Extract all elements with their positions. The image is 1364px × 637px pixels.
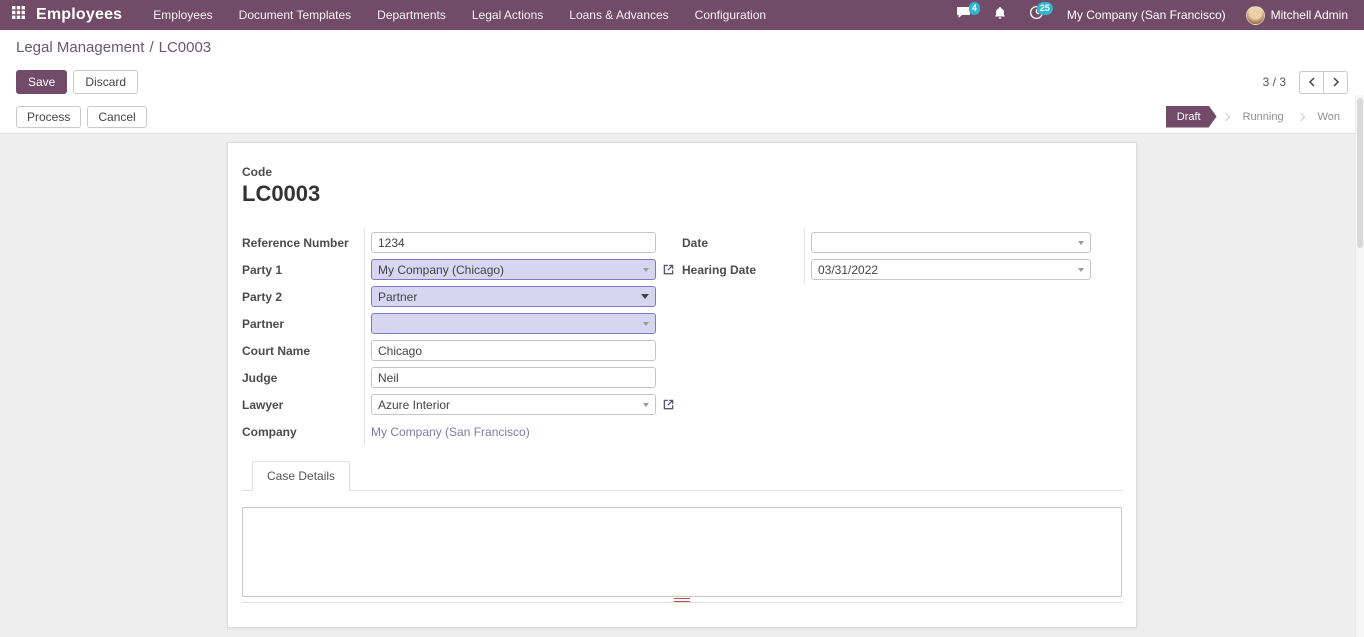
cancel-button[interactable]: Cancel <box>87 106 146 128</box>
company-switcher[interactable]: My Company (San Francisco) <box>1055 0 1238 30</box>
field-group: Reference Number Party 1 My Company (Chi… <box>242 229 1122 445</box>
vertical-scrollbar[interactable] <box>1355 95 1364 637</box>
form-sheet: Code LC0003 Reference Number Party 1 My … <box>227 142 1137 628</box>
hearing-date-label: Hearing Date <box>682 263 756 277</box>
lawyer-field[interactable]: Azure Interior <box>371 394 656 415</box>
breadcrumb-current: LC0003 <box>159 39 212 56</box>
party1-external-link-icon[interactable] <box>663 264 674 275</box>
page: Employees Employees Document Templates D… <box>0 0 1364 637</box>
nav-item-loans-advances[interactable]: Loans & Advances <box>556 0 681 30</box>
nav-item-configuration[interactable]: Configuration <box>682 0 779 30</box>
partner-label: Partner <box>242 317 284 331</box>
judge-input[interactable] <box>371 367 656 388</box>
date-label: Date <box>682 236 708 250</box>
caret-down-icon <box>643 403 649 407</box>
lawyer-value: Azure Interior <box>378 398 639 412</box>
breadcrumb-legal-management[interactable]: Legal Management <box>16 39 144 56</box>
party1-label: Party 1 <box>242 263 282 277</box>
pager-count: 3 / 3 <box>1263 75 1286 89</box>
resize-grip-icon[interactable] <box>674 598 690 602</box>
chevron-right-icon <box>1332 75 1340 90</box>
hearing-date-value: 03/31/2022 <box>818 263 1074 277</box>
user-menu[interactable]: Mitchell Admin <box>1238 6 1356 25</box>
discard-button[interactable]: Discard <box>73 70 138 94</box>
caret-down-icon <box>643 322 649 326</box>
party2-label: Party 2 <box>242 290 282 304</box>
chevron-left-icon <box>1308 75 1316 90</box>
activities-badge: 25 <box>1037 2 1053 15</box>
party1-field[interactable]: My Company (Chicago) <box>371 259 656 280</box>
content-area: Code LC0003 Reference Number Party 1 My … <box>0 134 1364 637</box>
scrollbar-thumb[interactable] <box>1357 98 1363 248</box>
caret-down-icon <box>1078 241 1084 245</box>
state-won[interactable]: Won <box>1310 106 1348 128</box>
case-details-editor[interactable] <box>242 507 1122 597</box>
breadcrumb-separator: / <box>149 39 153 56</box>
save-button[interactable]: Save <box>16 70 67 94</box>
party2-select[interactable]: Partner <box>371 286 656 307</box>
state-running[interactable]: Running <box>1235 106 1292 128</box>
judge-label: Judge <box>242 371 277 385</box>
partner-field[interactable] <box>371 313 656 334</box>
chevron-separator-icon <box>1296 112 1304 120</box>
reference-number-label: Reference Number <box>242 236 349 250</box>
process-button[interactable]: Process <box>16 106 81 128</box>
nav-item-employees[interactable]: Employees <box>140 0 225 30</box>
code-label: Code <box>242 165 1122 179</box>
hearing-date-field[interactable]: 03/31/2022 <box>811 259 1091 280</box>
court-name-label: Court Name <box>242 344 310 358</box>
tab-case-details[interactable]: Case Details <box>252 461 350 491</box>
app-title[interactable]: Employees <box>34 6 140 24</box>
nav-item-departments[interactable]: Departments <box>364 0 459 30</box>
apps-menu-button[interactable] <box>8 0 34 30</box>
field-group-left: Reference Number Party 1 My Company (Chi… <box>242 229 682 445</box>
activities-button[interactable]: 25 <box>1018 0 1055 30</box>
court-name-input[interactable] <box>371 340 656 361</box>
messages-badge: 4 <box>969 2 980 15</box>
user-avatar <box>1246 6 1265 25</box>
company-label: Company <box>242 425 297 439</box>
select-caret-icon <box>641 294 649 299</box>
messages-button[interactable]: 4 <box>945 0 982 30</box>
apps-grid-icon <box>12 6 25 24</box>
tab-strip: Case Details <box>242 461 1122 491</box>
chevron-separator-icon <box>1221 112 1229 120</box>
editor-resize-bar <box>242 597 1122 603</box>
nav-item-legal-actions[interactable]: Legal Actions <box>459 0 556 30</box>
pager: 3 / 3 <box>1263 71 1348 94</box>
top-navbar: Employees Employees Document Templates D… <box>0 0 1364 30</box>
user-name: Mitchell Admin <box>1271 8 1348 22</box>
notifications-button[interactable] <box>982 0 1018 30</box>
breadcrumb: Legal Management / LC0003 <box>16 39 1348 56</box>
tab-content <box>242 491 1122 603</box>
caret-down-icon <box>643 268 649 272</box>
state-draft[interactable]: Draft <box>1166 106 1217 128</box>
pager-previous-button[interactable] <box>1299 71 1324 94</box>
code-value: LC0003 <box>242 181 1122 207</box>
date-field[interactable] <box>811 232 1091 253</box>
nav-item-document-templates[interactable]: Document Templates <box>226 0 365 30</box>
status-pipeline: Draft Running Won <box>1166 106 1348 128</box>
field-group-right: Date Hearing Date 03/31/2022 <box>682 229 1122 445</box>
control-panel: Save Discard 3 / 3 <box>0 64 1364 100</box>
company-link[interactable]: My Company (San Francisco) <box>371 425 530 439</box>
notebook: Case Details <box>242 461 1122 603</box>
caret-down-icon <box>1078 268 1084 272</box>
lawyer-external-link-icon[interactable] <box>663 399 674 410</box>
pager-next-button[interactable] <box>1323 71 1348 94</box>
form-statusbar-row: Process Cancel Draft Running Won <box>0 100 1364 134</box>
breadcrumb-bar: Legal Management / LC0003 <box>0 30 1364 64</box>
lawyer-label: Lawyer <box>242 398 283 412</box>
reference-number-input[interactable] <box>371 232 656 253</box>
bell-icon <box>993 6 1007 25</box>
party1-value: My Company (Chicago) <box>378 263 639 277</box>
party2-value: Partner <box>378 290 637 304</box>
